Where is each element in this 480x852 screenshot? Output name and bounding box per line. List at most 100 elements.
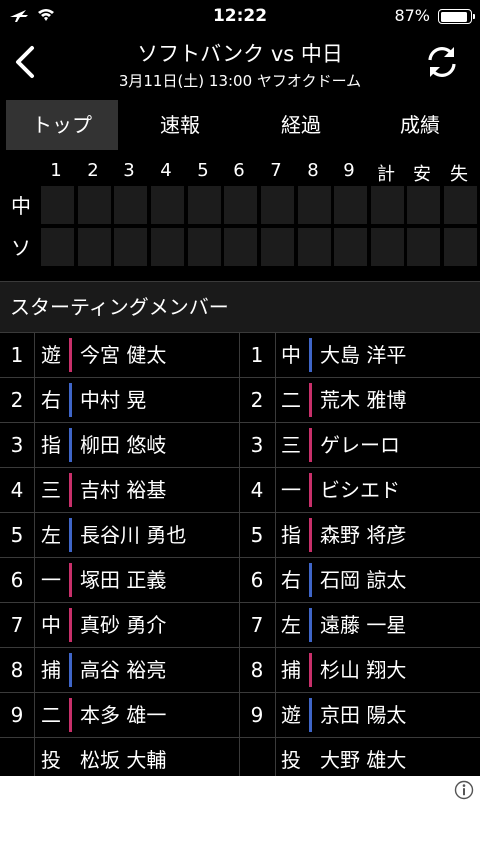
scoreboard-column-label: 2 [87, 160, 99, 181]
batting-order: 6 [250, 568, 264, 592]
bats-hand-indicator [309, 338, 312, 372]
batting-order: 5 [10, 523, 24, 547]
bats-hand-indicator [69, 383, 72, 417]
lineup-row: 6 一塚田 正義 6 右石岡 諒太 [0, 558, 480, 603]
player-name[interactable]: 杉山 翔大 [320, 648, 406, 692]
player-name[interactable]: 柳田 悠岐 [80, 423, 166, 467]
player-name[interactable]: 今宮 健太 [80, 333, 166, 377]
score-cell [151, 228, 184, 266]
lineup-row: 9 二本多 雄一 9 遊京田 陽太 [0, 693, 480, 738]
lineup-row: 5 左長谷川 勇也 5 指森野 将彦 [0, 513, 480, 558]
batting-order: 7 [250, 613, 264, 637]
refresh-button[interactable] [424, 44, 460, 80]
score-cell [41, 228, 74, 266]
tab-top[interactable]: トップ [6, 100, 118, 150]
scoreboard-column-label: 1 [50, 160, 62, 181]
header: ソフトバンク vs 中日 3月11日(土) 13:00 ヤフオクドーム [0, 32, 480, 96]
scoreboard-column-label: 3 [123, 160, 135, 181]
battery-icon [438, 9, 475, 24]
score-cell [261, 186, 294, 224]
bats-hand-indicator [69, 653, 72, 687]
fielding-position: 三 [281, 433, 301, 457]
bats-hand-indicator [69, 338, 72, 372]
player-name[interactable]: 中村 晃 [80, 378, 146, 422]
batting-order: 4 [10, 478, 24, 502]
batting-order: 5 [250, 523, 264, 547]
bats-hand-indicator [309, 698, 312, 732]
tab-live[interactable]: 速報 [118, 100, 242, 150]
score-cell [224, 228, 257, 266]
player-name[interactable]: 森野 将彦 [320, 513, 406, 557]
fielding-position: 左 [281, 613, 301, 637]
score-cell [407, 228, 440, 266]
lineup-row: 4 三吉村 裕基 4 一ビシエド [0, 468, 480, 513]
column-divider [239, 333, 240, 783]
fielding-position: 指 [41, 433, 61, 457]
score-cell [407, 186, 440, 224]
player-name[interactable]: 塚田 正義 [80, 558, 166, 602]
bats-hand-indicator [309, 428, 312, 462]
player-name[interactable]: 本多 雄一 [80, 693, 166, 737]
scoreboard-column-label: 8 [307, 160, 319, 181]
score-cell [41, 186, 74, 224]
batting-order: 7 [10, 613, 24, 637]
player-name[interactable]: ゲレーロ [320, 423, 400, 467]
scoreboard-column-label: 5 [197, 160, 209, 181]
score-cell [371, 228, 404, 266]
score-cell [298, 228, 331, 266]
score-cell [444, 186, 477, 224]
batting-order: 3 [10, 433, 24, 457]
player-name[interactable]: 大島 洋平 [320, 333, 406, 377]
score-cell [298, 186, 331, 224]
fielding-position: 三 [41, 478, 61, 502]
player-name[interactable]: 高谷 裕亮 [80, 648, 166, 692]
batting-order: 1 [250, 343, 264, 367]
scoreboard-column-label: 6 [233, 160, 245, 181]
scoreboard-header: 1 2 3 4 5 6 7 8 9 計安失 [0, 160, 480, 186]
player-name[interactable]: 荒木 雅博 [320, 378, 406, 422]
ad-info-icon[interactable] [454, 780, 474, 800]
fielding-position: 遊 [281, 703, 301, 727]
ad-banner[interactable] [0, 776, 480, 852]
lineup-row: 2 右中村 晃 2 二荒木 雅博 [0, 378, 480, 423]
fielding-position: 一 [281, 478, 301, 502]
bats-hand-indicator [69, 608, 72, 642]
score-cell [114, 228, 147, 266]
batting-order: 8 [250, 658, 264, 682]
score-cell [78, 228, 111, 266]
scoreboard-column-label: 4 [160, 160, 172, 181]
batting-order: 1 [10, 343, 24, 367]
player-name[interactable]: 長谷川 勇也 [80, 513, 186, 557]
refresh-icon [428, 47, 456, 77]
team-label: ソ [11, 236, 31, 260]
bats-hand-indicator [69, 563, 72, 597]
score-cell [224, 186, 257, 224]
score-cell [188, 228, 221, 266]
tab-progress[interactable]: 経過 [242, 100, 360, 150]
score-cell [334, 228, 367, 266]
fielding-position: 捕 [41, 658, 61, 682]
game-datetime-venue: 3月11日(土) 13:00 ヤフオクドーム [118, 72, 362, 90]
fielding-position: 中 [281, 343, 301, 367]
column-divider [34, 333, 35, 783]
player-name[interactable]: 遠藤 一星 [320, 603, 406, 647]
team-label: 中 [11, 194, 31, 218]
player-name[interactable]: ビシエド [320, 468, 400, 512]
player-name[interactable]: 石岡 諒太 [320, 558, 406, 602]
status-bar: 12:22 87% [0, 0, 480, 32]
batting-order: 6 [10, 568, 24, 592]
fielding-position: 二 [41, 703, 61, 727]
player-name[interactable]: 吉村 裕基 [80, 468, 166, 512]
player-name[interactable]: 京田 陽太 [320, 693, 406, 737]
bats-hand-indicator [309, 608, 312, 642]
player-name[interactable]: 真砂 勇介 [80, 603, 166, 647]
fielding-position: 遊 [41, 343, 61, 367]
batting-order: 3 [250, 433, 264, 457]
scoreboard-column-label: 7 [270, 160, 282, 181]
batting-order: 4 [250, 478, 264, 502]
fielding-position: 右 [281, 568, 301, 592]
lineup-row: 3 指柳田 悠岐 3 三ゲレーロ [0, 423, 480, 468]
scoreboard-row-home: ソ [0, 228, 480, 268]
scoreboard-row-away: 中 [0, 186, 480, 226]
tab-stats[interactable]: 成績 [360, 100, 480, 150]
